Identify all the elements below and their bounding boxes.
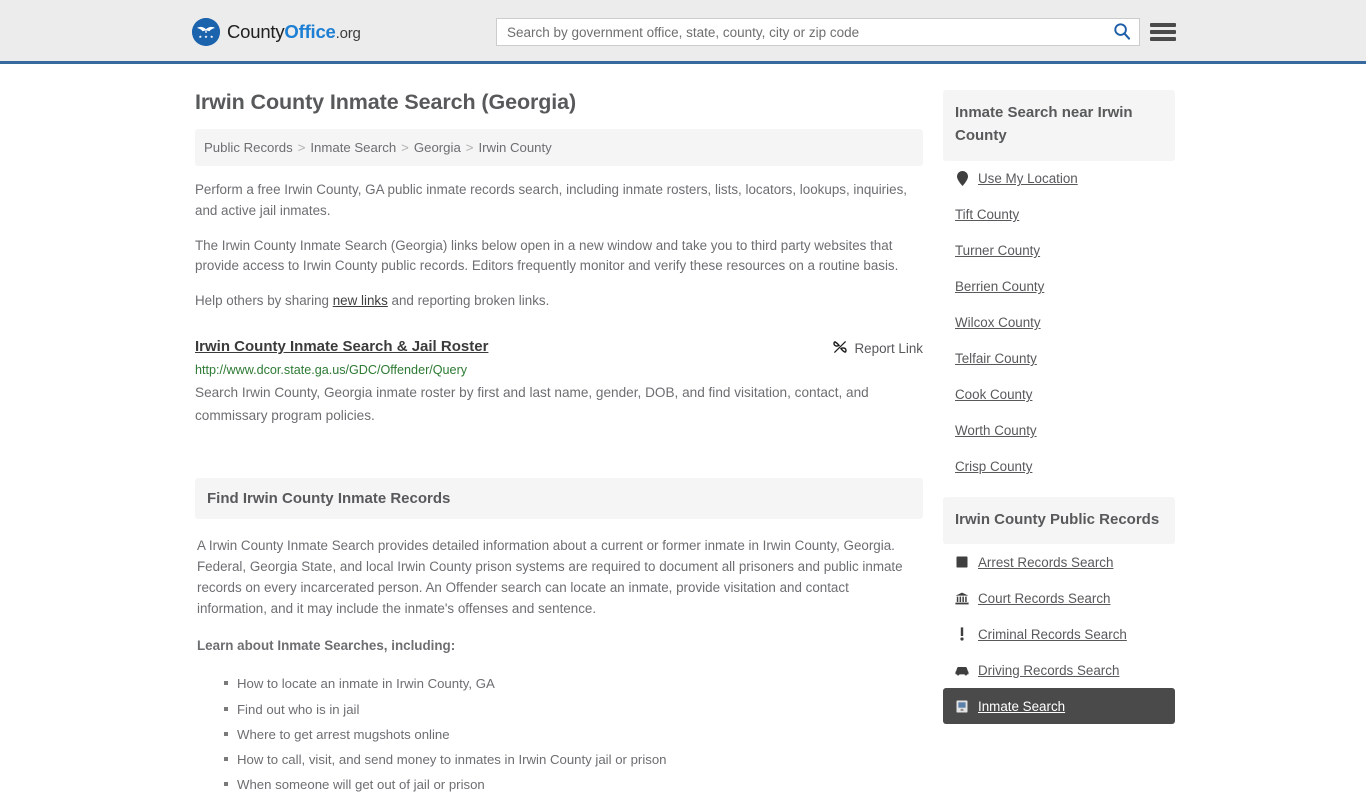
brand-part-3: .org (335, 25, 361, 42)
breadcrumb: Public Records > Inmate Search > Georgia > Irw… (195, 129, 923, 166)
brand-part-2: Office (284, 21, 336, 42)
breadcrumb-separator: > (297, 140, 306, 155)
sidebar-item-driving-records[interactable]: Driving Records Search (943, 652, 1175, 688)
search-input[interactable] (497, 19, 1105, 45)
sidebar-link-label[interactable]: Crisp County (955, 459, 1032, 474)
sidebar-link-label[interactable]: Worth County (955, 423, 1037, 438)
site-header: CountyOffice.org (0, 0, 1366, 64)
intro-paragraph-1: Perform a free Irwin County, GA public i… (195, 182, 907, 218)
sidebar-link-label[interactable]: Tift County (955, 207, 1019, 222)
report-link-label: Report Link (854, 340, 923, 356)
public-records-panel: Irwin County Public Records Arrest Recor… (943, 496, 1175, 725)
help-text-before: Help others by sharing (195, 293, 333, 309)
sidebar-item-criminal-records[interactable]: Criminal Records Search (943, 616, 1175, 652)
report-link-button[interactable]: Report Link (832, 338, 923, 358)
nearby-inmate-search-panel: Inmate Search near Irwin County Use My L… (943, 90, 1175, 485)
result-description: Search Irwin County, Georgia inmate rost… (195, 384, 869, 424)
sidebar-link-label[interactable]: Telfair County (955, 351, 1037, 366)
sidebar-link-label[interactable]: Court Records Search (978, 591, 1110, 606)
breadcrumb-item-public-records[interactable]: Public Records (204, 140, 293, 155)
sidebar-link-label[interactable]: Turner County (955, 243, 1040, 258)
section-body: A Irwin County Inmate Search provides de… (195, 535, 923, 795)
eagle-stars-seal-icon (192, 18, 220, 46)
sidebar-item-wilcox-county[interactable]: Wilcox County (943, 305, 1175, 341)
breadcrumb-item-inmate-search[interactable]: Inmate Search (310, 140, 396, 155)
search-bar[interactable] (496, 18, 1140, 46)
sidebar-item-turner-county[interactable]: Turner County (943, 233, 1175, 269)
sidebar-link-label[interactable]: Wilcox County (955, 315, 1041, 330)
section-paragraph: A Irwin County Inmate Search provides de… (197, 537, 903, 617)
result-url[interactable]: http://www.dcor.state.ga.us/GDC/Offender… (195, 363, 923, 377)
breadcrumb-separator: > (465, 140, 474, 155)
car-icon (955, 663, 969, 677)
result-item: Irwin County Inmate Search & Jail Roster (195, 338, 923, 428)
public-records-list: Arrest Records Search Court Records Sear… (943, 544, 1175, 725)
hamburger-bar-3 (1150, 37, 1176, 41)
page-body: Irwin County Inmate Search (Georgia) Pub… (0, 64, 1366, 800)
sidebar-link-label[interactable]: Use My Location (978, 171, 1078, 186)
list-item: How to locate an inmate in Irwin County,… (224, 674, 921, 694)
sidebar-item-worth-county[interactable]: Worth County (943, 413, 1175, 449)
exclamation-icon (955, 627, 969, 641)
sidebar-link-label[interactable]: Driving Records Search (978, 663, 1119, 678)
list-item: Where to get arrest mugshots online (224, 725, 921, 745)
sidebar-link-label[interactable]: Inmate Search (978, 699, 1065, 714)
result-header-row: Irwin County Inmate Search & Jail Roster (195, 338, 923, 358)
site-logo-text: CountyOffice.org (227, 21, 361, 43)
new-links-link[interactable]: new links (333, 293, 388, 308)
result-title-link[interactable]: Irwin County Inmate Search & Jail Roster (195, 338, 488, 357)
list-item: Find out who is in jail (224, 700, 921, 720)
sidebar-item-cook-county[interactable]: Cook County (943, 377, 1175, 413)
brand-part-1: County (227, 21, 285, 42)
breadcrumb-item-georgia[interactable]: Georgia (414, 140, 461, 155)
panel-spacer (943, 485, 1175, 497)
search-icon (1113, 22, 1131, 43)
sidebar-link-label[interactable]: Berrien County (955, 279, 1044, 294)
intro-paragraph-2: The Irwin County Inmate Search (Georgia)… (195, 237, 899, 274)
page-title: Irwin County Inmate Search (Georgia) (195, 90, 577, 114)
sidebar: Inmate Search near Irwin County Use My L… (943, 90, 1175, 800)
sidebar-item-arrest-records[interactable]: Arrest Records Search (943, 544, 1175, 580)
sidebar-item-telfair-county[interactable]: Telfair County (943, 341, 1175, 377)
learn-about-list: How to locate an inmate in Irwin County,… (197, 674, 921, 794)
sidebar-item-court-records[interactable]: Court Records Search (943, 580, 1175, 616)
hamburger-bar-1 (1150, 23, 1176, 27)
hamburger-bar-2 (1150, 30, 1176, 34)
sidebar-item-use-my-location[interactable]: Use My Location (943, 161, 1175, 197)
content-container: Irwin County Inmate Search (Georgia) Pub… (195, 64, 1175, 800)
help-text-after: and reporting broken links. (387, 293, 550, 309)
list-item: How to call, visit, and send money to in… (224, 750, 921, 770)
sidebar-link-label[interactable]: Cook County (955, 387, 1032, 402)
help-share-paragraph: Help others by sharing new links and rep… (195, 291, 923, 312)
nearby-county-list: Use My Location Tift County Turner Count… (943, 161, 1175, 485)
search-button[interactable] (1105, 19, 1139, 45)
sidebar-item-tift-county[interactable]: Tift County (943, 197, 1175, 233)
sidebar-item-inmate-search[interactable]: Inmate Search (943, 688, 1175, 725)
sidebar-link-label[interactable]: Arrest Records Search (978, 555, 1113, 570)
sidebar-link-label[interactable]: Criminal Records Search (978, 627, 1127, 642)
inmate-icon (955, 699, 969, 713)
breadcrumb-separator: > (401, 140, 409, 155)
breadcrumb-item-irwin-county[interactable]: Irwin County (478, 140, 551, 155)
list-item: When someone will get out of jail or pri… (224, 775, 921, 795)
main-column: Irwin County Inmate Search (Georgia) Pub… (195, 64, 923, 800)
public-records-panel-heading: Irwin County Public Records (943, 496, 1175, 545)
nearby-panel-heading: Inmate Search near Irwin County (943, 90, 1175, 161)
map-pin-icon (955, 171, 969, 187)
sidebar-item-crisp-county[interactable]: Crisp County (943, 449, 1175, 485)
fingerprint-card-icon (955, 555, 969, 569)
broken-link-icon (832, 339, 848, 358)
hamburger-menu-icon[interactable] (1150, 20, 1176, 44)
site-logo[interactable]: CountyOffice.org (192, 18, 361, 46)
learn-about-title: Learn about Inmate Searches, including: (197, 638, 456, 654)
sidebar-item-berrien-county[interactable]: Berrien County (943, 269, 1175, 305)
courthouse-icon (955, 591, 969, 605)
section-heading: Find Irwin County Inmate Records (195, 477, 923, 519)
